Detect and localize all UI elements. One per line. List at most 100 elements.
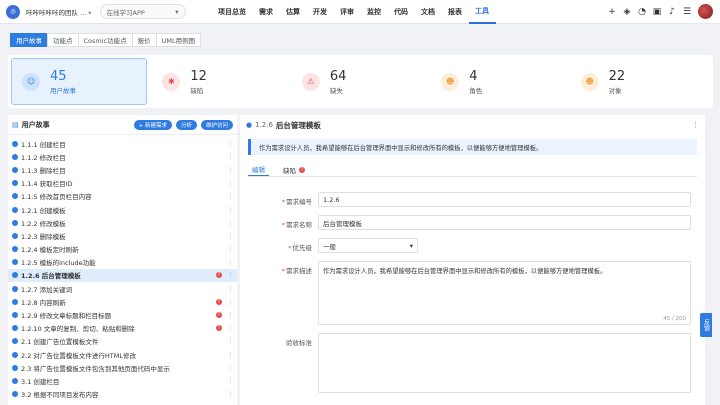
nav-develop[interactable]: 开发 bbox=[307, 0, 334, 24]
tab-edit[interactable]: 编辑 bbox=[248, 163, 269, 176]
story-detail-panel: ● 1.2.6 后台管理模板 ⋮ 作为需求设计人员，我希望能够在后台管理界面中显… bbox=[240, 115, 705, 405]
edit-form: *需求编号 1.2.6 *需求名称 后台管理模板 *优先级 一般 ▾ *需求描述 … bbox=[240, 192, 705, 401]
tree-row[interactable]: 2.1 创建广告位置模板文件 ⋮ bbox=[8, 335, 237, 348]
nav-overview[interactable]: 项目总览 bbox=[212, 0, 253, 24]
tree-row[interactable]: 1.2.2 修改模板 ⋮ bbox=[8, 216, 237, 229]
acceptance-criteria-textarea[interactable] bbox=[318, 333, 691, 393]
tree-row-label: 1.2.2 修改模板 bbox=[21, 219, 66, 228]
more-icon[interactable]: ⋮ bbox=[692, 121, 699, 129]
more-icon[interactable]: ⋮ bbox=[227, 377, 234, 385]
description-value: 作为需求设计人员，我希望能够在后台管理界面中显示和修改所有的模板，以便能够方便地… bbox=[323, 268, 607, 275]
tree-row-label: 1.1.5 修改首页栏目内容 bbox=[21, 193, 92, 202]
tree-row-label: 1.2.9 修改文章标题和栏目标题 bbox=[21, 312, 112, 321]
more-icon[interactable]: ⋮ bbox=[227, 311, 234, 319]
more-icon[interactable]: ⋮ bbox=[227, 298, 234, 306]
tree-row[interactable]: 1.2.4 模板定时刷新 ⋮ bbox=[8, 243, 237, 256]
tree-row[interactable]: 3.1 创建栏目 ⋮ bbox=[8, 374, 237, 387]
tree-row[interactable]: 3.2 根据不同项目发布内容 ⋮ bbox=[8, 388, 237, 401]
more-icon[interactable]: ⋮ bbox=[227, 364, 234, 372]
tree-row[interactable]: 1.1.5 修改首页栏目内容 ⋮ bbox=[8, 190, 237, 203]
more-icon[interactable]: ⋮ bbox=[227, 245, 234, 253]
briefcase-icon[interactable]: ▣ bbox=[652, 7, 662, 17]
more-icon[interactable]: ⋮ bbox=[227, 179, 234, 187]
stat-value: 64 bbox=[329, 68, 347, 84]
stat-missing[interactable]: ⚠ 64 缺失 bbox=[292, 58, 426, 105]
tree-row-label: 1.1.3 删除栏目 bbox=[21, 166, 66, 175]
more-icon[interactable]: ⋮ bbox=[227, 258, 234, 266]
tab-function-points[interactable]: 功能点 bbox=[47, 33, 79, 47]
nav-tools[interactable]: 工具 bbox=[468, 0, 496, 24]
team-selector[interactable]: 咔咔咔咔咔的团队 ... ▾ bbox=[26, 7, 92, 17]
nav-requirements[interactable]: 需求 bbox=[253, 0, 280, 24]
feedback-button[interactable]: 反馈 bbox=[700, 313, 712, 337]
tree-row[interactable]: 1.1.2 修改栏目 ⋮ bbox=[8, 150, 237, 163]
tree-row[interactable]: 1.1.1 创建栏目 ⋮ bbox=[8, 137, 237, 150]
maintain-access-button[interactable]: 维护访问 bbox=[200, 119, 233, 130]
nav-estimate[interactable]: 估算 bbox=[280, 0, 307, 24]
user-story-icon bbox=[12, 140, 18, 147]
bell-icon[interactable]: ♪ bbox=[667, 7, 677, 17]
tree-row[interactable]: 1.2.8 内容刷新! ⋮ bbox=[8, 295, 237, 308]
new-requirement-button[interactable]: + 新建需求 bbox=[133, 119, 172, 130]
user-story-icon bbox=[12, 246, 18, 253]
nav-code[interactable]: 代码 bbox=[388, 0, 415, 24]
tree-row-label: 1.2.7 添加关键词 bbox=[21, 285, 73, 294]
more-icon[interactable]: ⋮ bbox=[227, 285, 234, 293]
tree-row[interactable]: 1.2.10 文章的复制、剪切、粘贴和删除! ⋮ bbox=[8, 322, 237, 335]
stat-objects[interactable]: ☻ 22 对象 bbox=[571, 58, 705, 105]
field-label: *需求编号 bbox=[281, 198, 312, 206]
user-story-icon bbox=[12, 338, 18, 345]
tab-uml[interactable]: UML用例图 bbox=[155, 33, 202, 47]
description-textarea[interactable]: 作为需求设计人员，我希望能够在后台管理界面中显示和修改所有的模板，以便能够方便地… bbox=[318, 261, 691, 325]
tree-row[interactable]: 2.2 对广告位置模板文件进行HTML修改 ⋮ bbox=[8, 348, 237, 361]
tab-user-stories[interactable]: 用户故事 bbox=[10, 33, 48, 47]
more-icon[interactable]: ⋮ bbox=[227, 140, 234, 148]
tree-row[interactable]: 1.1.3 删除栏目 ⋮ bbox=[8, 163, 237, 176]
tree-row[interactable]: 1.2.5 模板的include功能 ⋮ bbox=[8, 256, 237, 269]
stat-user-stories[interactable]: ☺ 45 用户故事 bbox=[11, 58, 148, 105]
stat-label: 缺陷 bbox=[190, 86, 204, 95]
more-icon[interactable]: ⋮ bbox=[227, 206, 234, 214]
pie-chart-icon[interactable]: ◔ bbox=[637, 7, 647, 17]
field-label: *需求描述 bbox=[281, 267, 312, 275]
tab-defects[interactable]: 缺陷! bbox=[279, 163, 309, 176]
project-selector[interactable]: 在线学习APP ▾ bbox=[99, 4, 186, 19]
nav-review[interactable]: 评审 bbox=[334, 0, 361, 24]
more-icon[interactable]: ⋮ bbox=[227, 324, 234, 332]
tree-row[interactable]: 1.2.3 删除模板 ⋮ bbox=[8, 229, 237, 242]
more-icon[interactable]: ⋮ bbox=[227, 337, 234, 345]
tab-quote[interactable]: 报价 bbox=[131, 33, 157, 47]
tree-row[interactable]: 1.2.1 创建模板 ⋮ bbox=[8, 203, 237, 216]
more-icon[interactable]: ⋮ bbox=[227, 271, 234, 279]
stat-roles[interactable]: ☻ 4 角色 bbox=[431, 58, 565, 105]
priority-select[interactable]: 一般 ▾ bbox=[318, 238, 418, 253]
requirement-name-input[interactable]: 后台管理模板 bbox=[318, 215, 691, 230]
priority-value: 一般 bbox=[323, 242, 336, 251]
tree-row[interactable]: 2.3 将广告位置模板文件包含到其他页面代码中显示 ⋮ bbox=[8, 361, 237, 374]
tree-row[interactable]: 1.2.9 修改文章标题和栏目标题! ⋮ bbox=[8, 308, 237, 321]
more-icon[interactable]: ⋮ bbox=[227, 351, 234, 359]
tree-row[interactable]: 1.2.7 添加关键词 ⋮ bbox=[8, 282, 237, 295]
layers-icon[interactable]: ◈ bbox=[622, 7, 632, 17]
more-icon[interactable]: ⋮ bbox=[227, 219, 234, 227]
more-icon[interactable]: ⋮ bbox=[227, 166, 234, 174]
avatar[interactable] bbox=[697, 3, 714, 20]
nav-monitor[interactable]: 监控 bbox=[361, 0, 388, 24]
analyze-button[interactable]: 分析 bbox=[175, 119, 197, 130]
more-icon[interactable]: ⋮ bbox=[227, 192, 234, 200]
more-icon[interactable]: ⋮ bbox=[227, 390, 234, 398]
more-icon[interactable]: ⋮ bbox=[227, 153, 234, 161]
nav-reports[interactable]: 报表 bbox=[442, 0, 469, 24]
more-icon[interactable]: ⋮ bbox=[227, 232, 234, 240]
nav-docs[interactable]: 文档 bbox=[415, 0, 442, 24]
tree-row[interactable]: 1.1.4 获取栏目ID ⋮ bbox=[8, 177, 237, 190]
story-icon: ● bbox=[246, 121, 253, 129]
tab-defects-label: 缺陷 bbox=[283, 166, 296, 175]
settings-sliders-icon[interactable]: ☰ bbox=[682, 7, 692, 17]
tab-cosmic[interactable]: Cosmic功能点 bbox=[77, 33, 133, 47]
plus-icon[interactable]: + bbox=[607, 7, 617, 17]
tree-row[interactable]: 1.2.6 后台管理模板! ⋮ bbox=[8, 268, 237, 283]
requirement-code-input[interactable]: 1.2.6 bbox=[318, 192, 691, 207]
team-logo-icon[interactable]: ◎ bbox=[6, 4, 20, 19]
stat-defects[interactable]: ✱ 12 缺陷 bbox=[152, 58, 286, 105]
